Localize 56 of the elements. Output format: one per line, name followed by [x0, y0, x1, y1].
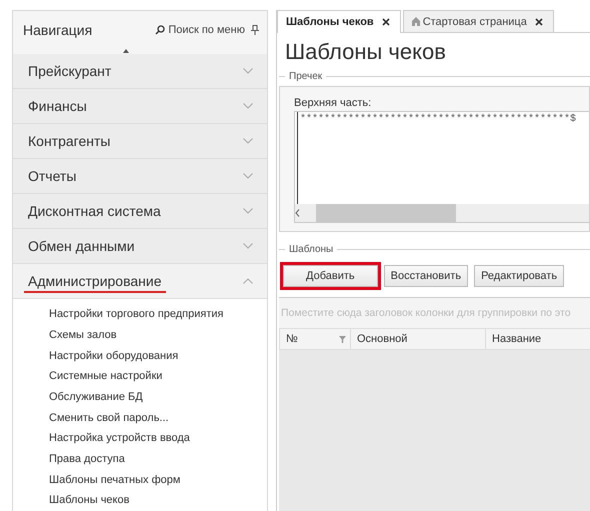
scroll-left-icon[interactable] [295, 209, 300, 217]
nav-item[interactable]: Обслуживание БД [49, 386, 143, 408]
nav-group[interactable]: Обмен данными [13, 229, 267, 264]
nav-item[interactable]: Шаблоны печатных форм [49, 470, 180, 490]
horizontal-scrollbar[interactable] [295, 204, 589, 222]
nav-item[interactable]: Настройка устройств ввода [49, 428, 190, 449]
home-icon [412, 17, 420, 26]
nav-group[interactable]: Финансы [13, 89, 267, 124]
nav-group[interactable]: Контрагенты [13, 124, 267, 160]
group-label: Дисконтная система [28, 203, 161, 220]
chevron-up-icon [243, 278, 253, 284]
nav-group[interactable]: Дисконтная система [13, 194, 267, 230]
filter-icon[interactable] [339, 336, 346, 342]
search-icon [155, 25, 166, 35]
nav-group[interactable]: Отчеты [13, 159, 267, 194]
chevron-down-icon [243, 103, 253, 110]
nav-item[interactable]: Шаблоны чеков [49, 490, 130, 511]
group-label: Контрагенты [28, 133, 110, 150]
section-label: Шаблоны [288, 244, 334, 255]
chevron-down-icon [243, 68, 253, 74]
nav-item[interactable]: Системные настройки [49, 366, 162, 387]
nav-item[interactable]: Настройки оборудования [49, 346, 178, 366]
field-label: Верхняя часть: [294, 97, 372, 109]
collapse-arrow-icon[interactable] [123, 49, 129, 53]
close-icon[interactable] [382, 18, 390, 26]
nav-item[interactable]: Права доступа [49, 448, 125, 470]
button[interactable]: Восстановить [384, 265, 468, 287]
chevron-down-icon [243, 243, 253, 250]
panel-title: Навигация [23, 22, 94, 38]
page-title: Шаблоны чеков [284, 38, 447, 66]
section-label: Пречек [288, 71, 324, 82]
nav-item[interactable]: Настройки торгового предприятия [49, 304, 224, 325]
column-header[interactable]: Название [486, 329, 590, 349]
menu-search[interactable]: Поиск по меню [155, 24, 245, 36]
text-area[interactable]: *********************************************$ [294, 111, 589, 223]
close-icon[interactable] [534, 18, 543, 26]
highlighted-button[interactable]: Добавить [283, 265, 378, 287]
nav-group[interactable]: Прейскурант [13, 54, 267, 90]
group-label: Администрирование [24, 273, 166, 294]
nav-item[interactable]: Схемы залов [49, 324, 117, 346]
chevron-down-icon [243, 173, 253, 180]
column-header[interactable]: Основной [351, 329, 486, 349]
nav-item[interactable]: Сменить свой пароль... [49, 408, 169, 428]
group-label: Обмен данными [28, 238, 135, 254]
group-label: Прейскурант [28, 63, 112, 80]
chevron-down-icon [243, 138, 253, 144]
tab[interactable]: Стартовая страница [402, 10, 554, 32]
nav-group[interactable]: Администрирование [13, 264, 267, 300]
chevron-down-icon [243, 208, 253, 214]
pin-icon[interactable] [251, 25, 259, 35]
group-label: Финансы [28, 98, 87, 114]
group-hint: Поместите сюда заголовок колонки для группировки по это [279, 298, 590, 328]
tab[interactable]: Шаблоны чеков [277, 10, 401, 33]
group-label: Отчеты [28, 168, 76, 184]
column-header[interactable]: № [280, 329, 351, 349]
button[interactable]: Редактировать [474, 265, 564, 287]
